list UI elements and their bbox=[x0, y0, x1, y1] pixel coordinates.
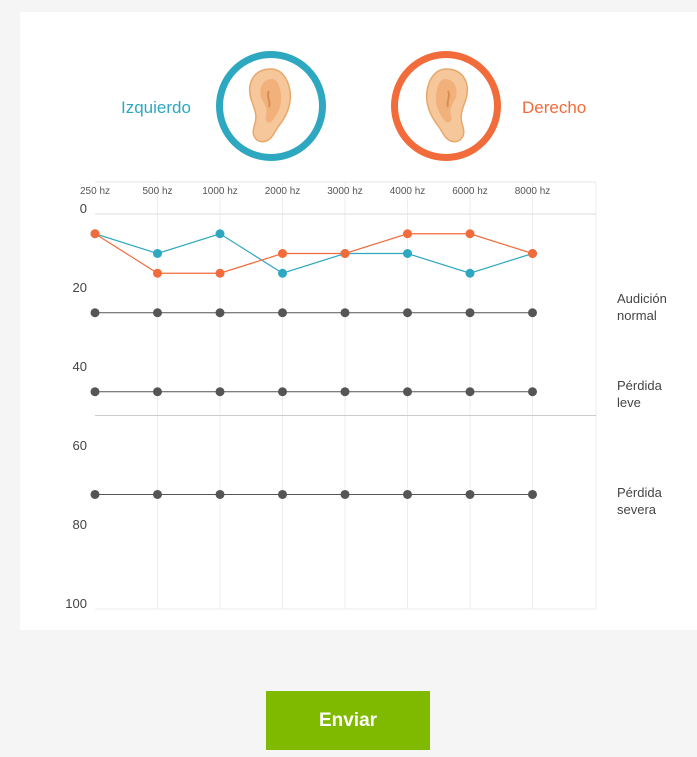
reference-point bbox=[215, 387, 225, 397]
x-tick-label: 250 hz bbox=[80, 186, 110, 197]
reference-point bbox=[153, 308, 162, 318]
series-point-right bbox=[153, 268, 162, 278]
reference-point bbox=[465, 489, 475, 499]
reference-point bbox=[340, 489, 350, 499]
series-point-right bbox=[215, 268, 225, 278]
reference-point bbox=[215, 308, 225, 318]
reference-point bbox=[340, 308, 350, 318]
reference-point bbox=[278, 387, 287, 397]
reference-point bbox=[528, 489, 537, 499]
reference-point bbox=[465, 308, 475, 318]
reference-point bbox=[403, 308, 412, 318]
send-button[interactable]: Enviar bbox=[266, 691, 430, 750]
reference-point bbox=[278, 308, 287, 318]
audiogram-chart: 250 hz 500 hz 1000 hz 2000 hz 3000 hz 4000 hz… bbox=[65, 181, 597, 611]
x-tick-label: 6000 hz bbox=[452, 186, 488, 197]
x-tick-label: 500 hz bbox=[142, 186, 172, 197]
reference-point bbox=[278, 489, 287, 499]
reference-point bbox=[528, 308, 537, 318]
reference-point bbox=[465, 387, 475, 397]
x-tick-label: 1000 hz bbox=[202, 186, 238, 197]
series-point-left bbox=[215, 229, 225, 239]
x-tick-label: 4000 hz bbox=[390, 186, 426, 197]
series-point-right bbox=[340, 249, 350, 258]
y-tick-label: 100 bbox=[65, 596, 87, 611]
reference-point bbox=[528, 387, 537, 397]
series-point-left bbox=[278, 268, 287, 278]
reference-point bbox=[403, 387, 412, 397]
band-label-mild: Pérdida leve bbox=[617, 378, 662, 410]
reference-point bbox=[153, 387, 162, 397]
y-tick-label: 20 bbox=[73, 280, 87, 295]
series-point-right bbox=[403, 229, 412, 239]
y-tick-label: 40 bbox=[73, 359, 87, 374]
reference-point bbox=[90, 387, 100, 397]
series-point-right bbox=[278, 249, 287, 258]
y-tick-label: 80 bbox=[73, 517, 87, 532]
x-tick-label: 3000 hz bbox=[327, 186, 363, 197]
x-tick-label: 8000 hz bbox=[515, 186, 551, 197]
series-point-left bbox=[153, 249, 162, 258]
series-point-right bbox=[90, 229, 100, 239]
y-tick-label: 60 bbox=[73, 438, 87, 453]
band-label-normal: Audición normal bbox=[617, 291, 667, 323]
reference-point bbox=[153, 489, 162, 499]
series-point-right bbox=[465, 229, 475, 239]
reference-point bbox=[90, 308, 100, 318]
reference-point bbox=[215, 489, 225, 499]
series-point-left bbox=[465, 268, 475, 278]
band-label-severe: Pérdida severa bbox=[617, 485, 662, 517]
series-point-right bbox=[528, 249, 537, 258]
reference-point bbox=[90, 489, 100, 499]
reference-point bbox=[403, 489, 412, 499]
y-tick-label: 0 bbox=[80, 201, 87, 216]
series-point-left bbox=[403, 249, 412, 258]
x-tick-label: 2000 hz bbox=[265, 186, 301, 197]
reference-point bbox=[340, 387, 350, 397]
